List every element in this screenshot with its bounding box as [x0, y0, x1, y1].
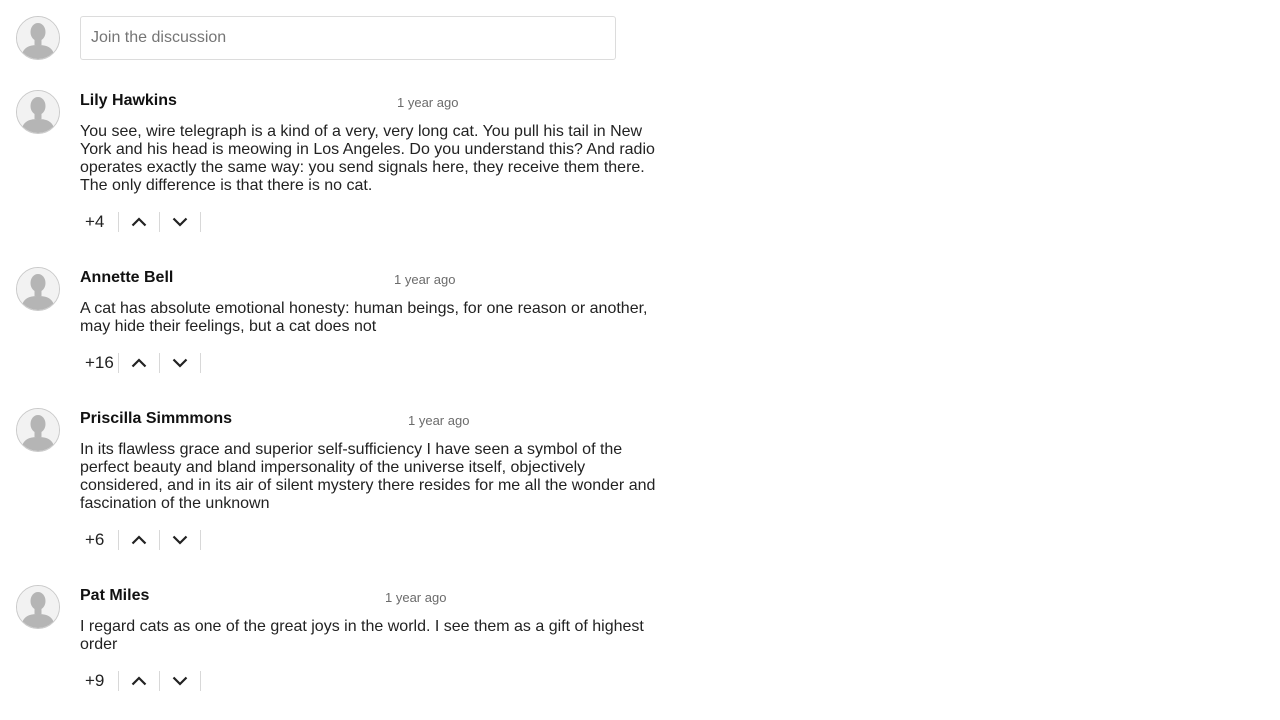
comment-text: In its flawless grace and superior self-…: [80, 441, 656, 512]
current-user-avatar: [16, 16, 60, 60]
chevron-down-icon: [172, 358, 188, 368]
comment-section: Lily Hawkins 1 year ago You see, wire te…: [0, 0, 1280, 720]
comment-timestamp[interactable]: 1 year ago: [397, 95, 458, 110]
comment-author[interactable]: Annette Bell: [80, 269, 173, 287]
avatar: [16, 267, 60, 311]
comment-actions: +16: [80, 352, 201, 374]
comment-input[interactable]: [80, 16, 616, 60]
chevron-up-icon: [131, 676, 147, 686]
user-silhouette-icon: [17, 409, 59, 451]
comment-author[interactable]: Priscilla Simmmons: [80, 410, 232, 428]
avatar: [16, 90, 60, 134]
user-silhouette-icon: [17, 268, 59, 310]
comment-author[interactable]: Pat Miles: [80, 587, 149, 605]
comment-text: I regard cats as one of the great joys i…: [80, 618, 644, 653]
comment-timestamp[interactable]: 1 year ago: [394, 272, 455, 287]
upvote-button[interactable]: [119, 530, 160, 550]
comment-timestamp[interactable]: 1 year ago: [385, 590, 446, 605]
avatar: [16, 408, 60, 452]
user-silhouette-icon: [17, 586, 59, 628]
comment-text: A cat has absolute emotional honesty: hu…: [80, 300, 648, 335]
user-silhouette-icon: [17, 17, 59, 59]
comment-actions: +6: [80, 529, 201, 551]
downvote-button[interactable]: [160, 530, 201, 550]
chevron-up-icon: [131, 535, 147, 545]
downvote-button[interactable]: [160, 353, 201, 373]
downvote-button[interactable]: [160, 212, 201, 232]
comment-timestamp[interactable]: 1 year ago: [408, 413, 469, 428]
chevron-down-icon: [172, 217, 188, 227]
chevron-down-icon: [172, 535, 188, 545]
comment-text: You see, wire telegraph is a kind of a v…: [80, 123, 655, 194]
user-silhouette-icon: [17, 91, 59, 133]
upvote-button[interactable]: [119, 353, 160, 373]
vote-score: +9: [80, 671, 119, 691]
avatar: [16, 585, 60, 629]
vote-score: +4: [80, 212, 119, 232]
chevron-down-icon: [172, 676, 188, 686]
comment-actions: +9: [80, 670, 201, 692]
chevron-up-icon: [131, 358, 147, 368]
upvote-button[interactable]: [119, 212, 160, 232]
comment-actions: +4: [80, 211, 201, 233]
vote-score: +6: [80, 530, 119, 550]
chevron-up-icon: [131, 217, 147, 227]
downvote-button[interactable]: [160, 671, 201, 691]
upvote-button[interactable]: [119, 671, 160, 691]
comment-author[interactable]: Lily Hawkins: [80, 92, 177, 110]
vote-score: +16: [80, 353, 119, 373]
